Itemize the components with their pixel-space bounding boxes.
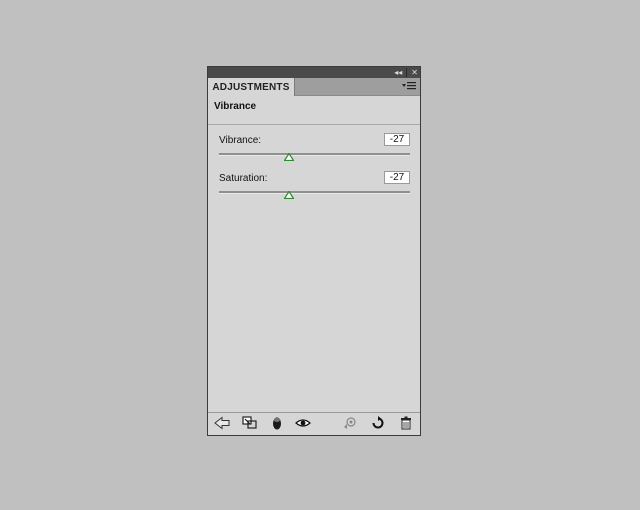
tab-adjustments[interactable]: ADJUSTMENTS — [208, 78, 295, 96]
collapse-icon[interactable]: ◂◂ — [394, 67, 402, 78]
close-icon[interactable]: ✕ — [411, 67, 418, 78]
saturation-value-field[interactable]: -27 — [384, 171, 410, 184]
section-title: Vibrance — [214, 101, 257, 112]
reset-icon[interactable] — [370, 416, 386, 430]
visibility-eye-icon[interactable] — [295, 416, 311, 430]
vibrance-slider: Vibrance: -27 — [219, 131, 410, 169]
panel-footer — [208, 412, 420, 435]
adjustments-panel: ◂◂ ✕ ADJUSTMENTS Vibrance Vibrance: -27 … — [207, 66, 421, 436]
tab-row: ADJUSTMENTS — [208, 78, 420, 96]
titlebar-separator — [406, 68, 408, 77]
vibrance-label: Vibrance: — [219, 135, 262, 146]
vibrance-value-field[interactable]: -27 — [384, 133, 410, 146]
saturation-thumb[interactable] — [283, 191, 294, 199]
vibrance-thumb[interactable] — [283, 153, 294, 161]
delete-trash-icon[interactable] — [398, 416, 414, 430]
saturation-label: Saturation: — [219, 173, 268, 184]
vibrance-track[interactable] — [219, 153, 410, 156]
saturation-track[interactable] — [219, 191, 410, 194]
clip-to-layer-icon[interactable] — [242, 416, 258, 430]
back-arrow-icon[interactable] — [214, 416, 230, 430]
view-previous-state-icon[interactable] — [342, 416, 358, 430]
panel-titlebar: ◂◂ ✕ — [208, 67, 420, 78]
panel-menu-icon[interactable] — [402, 81, 416, 91]
saturation-slider: Saturation: -27 — [219, 169, 410, 207]
layer-mask-icon[interactable] — [269, 416, 285, 430]
